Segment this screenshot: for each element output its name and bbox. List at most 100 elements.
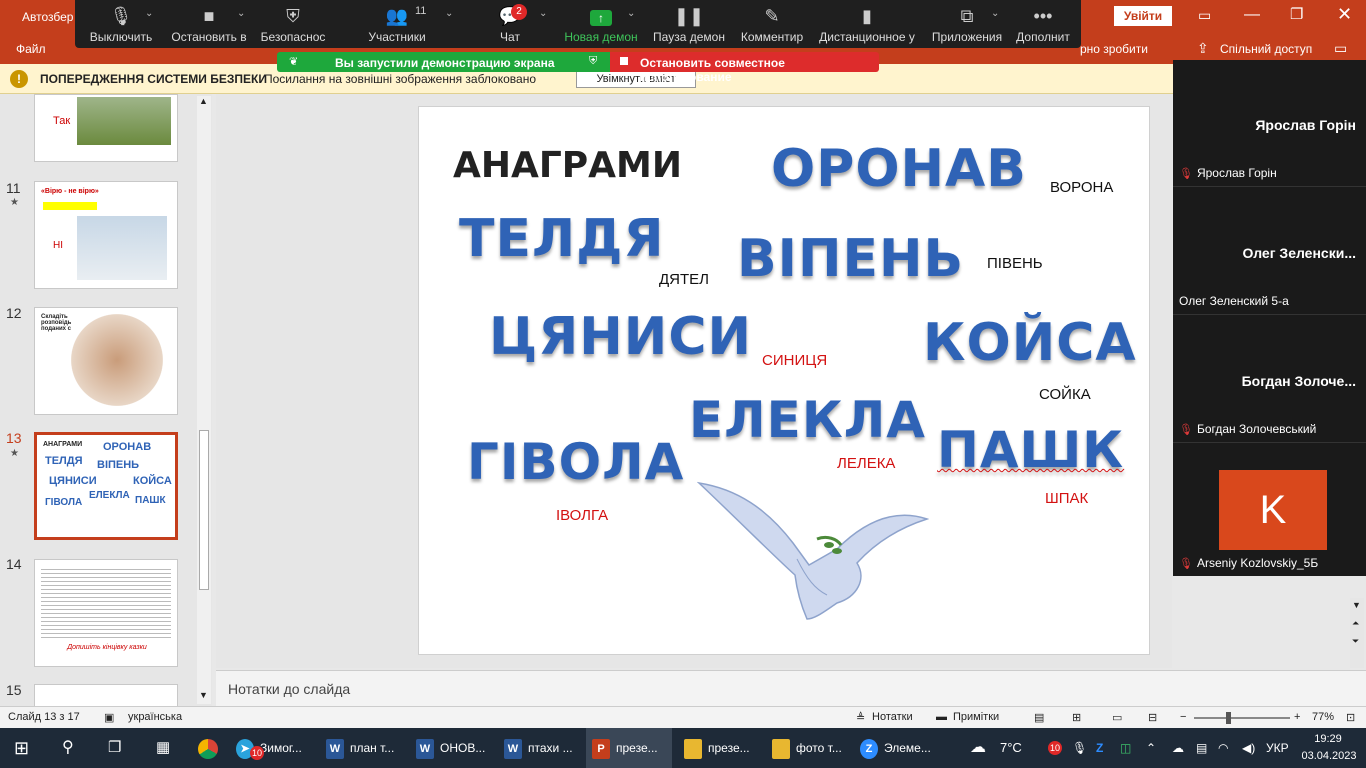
tray-badge[interactable]: 10 (1048, 741, 1062, 755)
ribbon-display-icon[interactable]: ▭ (1198, 7, 1211, 24)
security-button[interactable]: ⛨ Безопаснос (257, 0, 329, 48)
share-icon[interactable]: ⇪ (1197, 40, 1209, 57)
annotate-button[interactable]: ✎ Комментир (735, 0, 809, 48)
taskbar-item-active[interactable]: Pпрезе... (586, 728, 672, 768)
calculator-icon[interactable]: ▦ (156, 728, 170, 768)
current-slide[interactable]: АНАГРАМИ ОРОНАВ ВОРОНА ТЕЛДЯ ДЯТЕЛ ВІПЕН… (418, 106, 1150, 655)
taskbar-item[interactable]: Z Элеме... (860, 728, 931, 768)
stop-share-button[interactable]: Остановить совместное использование (610, 52, 879, 84)
taskbar-item[interactable]: фото т... (772, 728, 842, 768)
taskbar-item[interactable]: Wптахи ... (504, 728, 573, 768)
slide-thumb-13-selected[interactable]: АНАГРАМИ ОРОНАВ ТЕЛДЯ ВІПЕНЬ ЦЯНИСИ КОЙС… (34, 432, 178, 540)
more-button[interactable]: ••• Дополнит (1011, 0, 1075, 48)
answer-word: СОЙКА (1039, 386, 1091, 403)
zoom-level[interactable]: 77% (1312, 711, 1334, 723)
reading-view-icon[interactable]: ▭ (1112, 711, 1122, 724)
chevron-down-icon[interactable]: ⌄ (991, 8, 999, 19)
taskbar-item[interactable]: ➤ Зимог... 10 (236, 728, 302, 768)
chrome-icon[interactable] (198, 728, 224, 768)
minimize-icon[interactable]: — (1244, 6, 1260, 24)
participant-tile[interactable]: Богдан Золоче... 🎙 Богдан Золочевський (1173, 316, 1366, 443)
scroll-up-icon[interactable]: ▲ (199, 96, 208, 106)
word-cloud-image (71, 314, 163, 406)
login-button[interactable]: Увійти (1114, 6, 1172, 26)
fit-slide-icon[interactable]: ⊡ (1346, 711, 1355, 724)
thumbnail-scrollbar[interactable]: ▲ ▼ (197, 96, 211, 704)
folder-icon (772, 738, 790, 759)
chevron-down-icon[interactable]: ⌄ (145, 8, 153, 19)
participant-tile[interactable]: Олег Зеленски... Олег Зеленский 5-а (1173, 188, 1366, 315)
scroll-down-icon[interactable]: ▼ (199, 690, 208, 700)
clock-date[interactable]: 03.04.2023 (1298, 750, 1360, 762)
restore-icon[interactable]: ❐ (1290, 5, 1303, 23)
zoom-in-icon[interactable]: + (1294, 711, 1300, 723)
slideshow-icon[interactable]: ⊟ (1148, 711, 1157, 724)
chevron-down-icon[interactable]: ⌄ (237, 8, 245, 19)
anagram-word: ЦЯНИСИ (489, 307, 753, 367)
zoom-tray-icon[interactable]: Z (1096, 728, 1103, 768)
taskbar-item[interactable]: презе... (684, 728, 750, 768)
app-tray-icon[interactable]: ◫ (1120, 728, 1131, 768)
ostrich-image (77, 97, 171, 145)
slide-number: 12 (6, 305, 22, 321)
zoom-out-icon[interactable]: − (1180, 711, 1186, 723)
notification-badge: 10 (250, 746, 264, 760)
participant-tile[interactable]: K 🎙 Arseniy Kozlovskiy_5Б (1173, 444, 1366, 576)
spellcheck-icon[interactable]: ▣ (104, 711, 114, 724)
close-icon[interactable]: ✕ (1337, 4, 1352, 25)
previous-slide-icon[interactable]: ⏶ (1352, 618, 1359, 629)
stop-share-label: Остановить совместное использование (640, 56, 785, 84)
network-icon[interactable]: ▤ (1196, 728, 1207, 768)
weather-icon[interactable]: ☁ (970, 728, 986, 768)
chevron-down-icon[interactable]: ⌄ (445, 8, 453, 19)
chevron-down-icon[interactable]: ⌄ (539, 8, 547, 19)
notes-pane[interactable]: Нотатки до слайда (216, 670, 1366, 706)
tell-me-text[interactable]: рно зробити (1080, 42, 1148, 56)
chevron-up-icon[interactable]: ⌃ (1146, 728, 1156, 768)
slide-thumb-15[interactable] (34, 684, 178, 706)
notes-toggle-icon[interactable]: ≜ (856, 711, 865, 724)
windows-start-icon[interactable]: ⊞ (14, 728, 29, 768)
wifi-icon[interactable]: ◠ (1218, 728, 1228, 768)
zoom-slider-thumb[interactable] (1226, 712, 1231, 724)
slide-thumb-10[interactable]: Так (34, 94, 178, 162)
notes-toggle[interactable]: Нотатки (872, 711, 913, 723)
taskbar-item[interactable]: W ОНОВ... (416, 728, 485, 768)
search-icon[interactable]: ⚲ (62, 728, 74, 768)
task-view-icon[interactable]: ❐ (108, 728, 121, 768)
answer-word: ДЯТЕЛ (659, 271, 710, 288)
slide-thumb-12[interactable]: Складіть розповідь з поданих слів (34, 307, 178, 415)
slide-thumb-11[interactable]: «Вірю - не вірю» НІ (34, 181, 178, 289)
comment-icon[interactable]: ▬ (936, 711, 947, 723)
anagram-word: КОЙСА (923, 313, 1137, 373)
anagram-word: ГІВОЛА (467, 433, 685, 491)
editor-scrollbar[interactable]: ▼ ⏶ ⏷ (1350, 598, 1364, 668)
slide-thumb-14[interactable]: Допишіть кінцівку казки (34, 559, 178, 667)
zoom-slider[interactable] (1194, 712, 1290, 724)
comments-toggle[interactable]: Примітки (953, 711, 999, 723)
tab-file[interactable]: Файл (16, 42, 46, 56)
anagram-word: ОРОНАВ (771, 139, 1027, 199)
comments-icon[interactable]: ▭ (1334, 40, 1347, 57)
remote-control-button[interactable]: ▮ Дистанционное у (815, 0, 919, 48)
chevron-down-icon[interactable]: ⌄ (627, 8, 635, 19)
clock-time[interactable]: 19:29 (1300, 733, 1356, 745)
next-slide-icon[interactable]: ⏷ (1352, 636, 1359, 647)
normal-view-icon[interactable]: ▤ (1034, 711, 1044, 724)
volume-icon[interactable]: ◀) (1242, 728, 1255, 768)
microphone-tray-icon[interactable]: 🎙 (1072, 728, 1087, 768)
taskbar-item[interactable]: Wплан т... (326, 728, 394, 768)
language-label[interactable]: українська (128, 711, 182, 723)
warning-icon: ! (10, 70, 28, 88)
share-button[interactable]: Спільний доступ (1220, 42, 1312, 56)
scroll-down-icon[interactable]: ▼ (1352, 600, 1361, 610)
weather-temp[interactable]: 7°C (1000, 728, 1022, 768)
onedrive-icon[interactable]: ☁ (1172, 728, 1184, 768)
chat-badge: 2 (511, 4, 527, 20)
language-indicator[interactable]: УКР (1266, 728, 1289, 768)
chat-button[interactable]: 💬 Чат (475, 0, 545, 48)
pause-share-button[interactable]: ❚❚ Пауза демон (651, 0, 727, 48)
participant-tile[interactable]: Ярослав Горін 🎙 Ярослав Горін (1173, 60, 1366, 187)
scroll-thumb[interactable] (199, 430, 209, 590)
slide-sorter-icon[interactable]: ⊞ (1072, 711, 1081, 724)
